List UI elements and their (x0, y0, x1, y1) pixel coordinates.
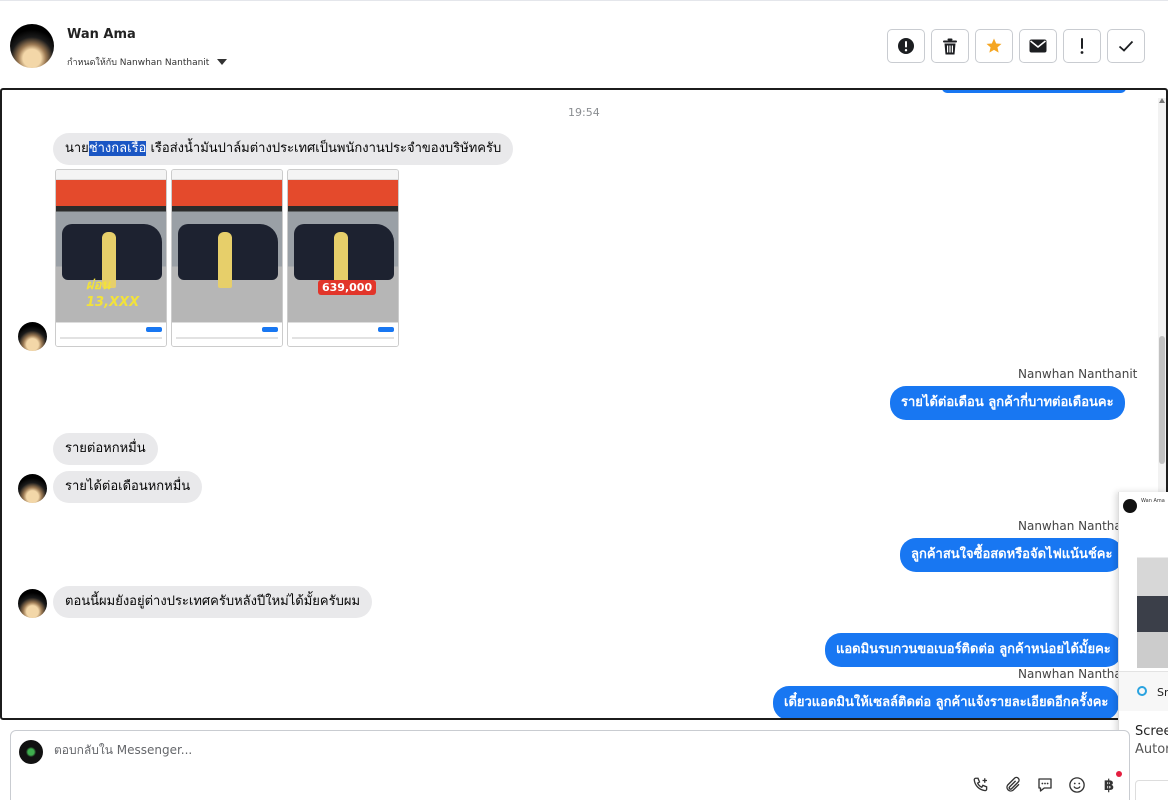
image-attachment[interactable]: ผ่อน 13,XXX (55, 169, 167, 347)
star-button[interactable] (975, 29, 1013, 63)
sender-avatar[interactable] (18, 589, 47, 618)
popup-action-box[interactable] (1135, 780, 1168, 800)
envelope-icon (1029, 39, 1047, 53)
done-button[interactable] (1107, 29, 1145, 63)
image-attachments: ผ่อน 13,XXX 639,000 (55, 169, 399, 347)
post-footer (172, 322, 282, 346)
scroll-up-arrow-icon[interactable] (1159, 98, 1165, 103)
car-photo: 639,000 (288, 180, 398, 324)
saved-replies-button[interactable] (1035, 775, 1055, 795)
outgoing-message[interactable]: รายได้ต่อเดือน ลูกค้ากี่บาทต่อเดือนคะ (890, 386, 1125, 420)
post-divider (176, 337, 278, 339)
message-thread[interactable]: 19:54 นายช่างกลเรือ เรือส่งน้ำมันปาล์มต่… (0, 88, 1168, 720)
popup-avatar (1123, 499, 1137, 513)
emoji-button[interactable] (1067, 775, 1087, 795)
incoming-message[interactable]: ตอนนี้ผมยังอยู่ต่างประเทศครับหลังปีใหม่ไ… (53, 586, 373, 618)
previous-outgoing-bubble (942, 90, 1126, 93)
conversation-header: Wan Ama กำหนดให้กับ Nanwhan Nanthanit (0, 0, 1168, 88)
message-text-pre: นาย (65, 141, 89, 156)
exclamation-icon (1080, 38, 1084, 54)
car-photo (172, 180, 282, 324)
trash-icon (943, 38, 957, 54)
popup-subtitle: Autor (1135, 742, 1168, 757)
alert-circle-icon (898, 38, 914, 54)
paperclip-icon (1006, 776, 1020, 792)
star-icon (986, 38, 1002, 53)
follow-chip (378, 327, 394, 332)
screenshot-statusbar (172, 170, 282, 180)
chat-bubble-icon (1038, 778, 1052, 792)
assignee-label: กำหนดให้กับ Nanwhan Nanthanit (67, 58, 210, 68)
popup-app-label: Sn (1157, 686, 1168, 699)
payment-button[interactable]: ฿ (1099, 775, 1119, 795)
baht-icon: ฿ (1103, 776, 1115, 794)
popup-title: Scree (1135, 724, 1168, 739)
image-attachment[interactable]: 639,000 (287, 169, 399, 347)
post-divider (292, 337, 394, 339)
outgoing-message[interactable]: ลูกค้าสนใจซื้อสดหรือจัดไฟแน้นช์คะ (900, 538, 1124, 572)
sender-avatar[interactable] (18, 322, 47, 351)
follow-chip (262, 327, 278, 332)
attach-button[interactable] (1003, 775, 1023, 795)
mark-unread-button[interactable] (1019, 29, 1057, 63)
incoming-message[interactable]: รายต่อหกหมื่น (53, 433, 158, 465)
smiley-icon (1069, 777, 1085, 793)
message-timestamp: 19:54 (568, 106, 600, 119)
selected-text: ช่างกลเรือ (88, 141, 147, 156)
sender-name: Nanwhan Nanthan (1018, 667, 1130, 681)
follow-up-button[interactable] (1063, 29, 1101, 63)
sender-name: Nanwhan Nanthan (1018, 519, 1130, 533)
message-text-post: เรือส่งน้ำมันปาล์มต่างประเทศเป็นพนักงานป… (146, 141, 502, 156)
popup-image-thumbnail (1137, 548, 1168, 668)
checkmark-icon (1118, 40, 1134, 52)
sender-name: Nanwhan Nanthanit (1018, 367, 1138, 381)
image-attachment[interactable] (171, 169, 283, 347)
reply-composer: ฿ (10, 730, 1130, 800)
notification-dot (1116, 771, 1122, 777)
incoming-message[interactable]: นายช่างกลเรือ เรือส่งน้ำมันปาล์มต่างประเ… (53, 133, 514, 165)
scrollbar-thumb[interactable] (1159, 336, 1165, 464)
phone-plus-icon (973, 777, 988, 792)
outgoing-message[interactable]: เดี๋ยวแอดมินให้เซลล์ติดต่อ ลูกค้าแจ้งราย… (773, 686, 1120, 718)
composer-tools: ฿ (971, 775, 1119, 795)
contact-avatar[interactable] (10, 24, 54, 68)
contact-name[interactable]: Wan Ama (67, 27, 136, 42)
snip-tool-icon (1137, 686, 1147, 696)
person-shape (218, 232, 232, 288)
assignee-dropdown[interactable]: กำหนดให้กับ Nanwhan Nanthanit (67, 55, 228, 69)
price-tag: 639,000 (318, 280, 377, 295)
promo-text: ผ่อน 13,XXX (86, 278, 140, 310)
call-add-button[interactable] (971, 775, 991, 795)
page-avatar (19, 740, 43, 764)
screenshot-statusbar (56, 170, 166, 180)
post-footer (56, 322, 166, 346)
follow-chip (146, 327, 162, 332)
popup-contact-name: Wan Ama (1141, 498, 1165, 504)
reply-input[interactable] (54, 743, 954, 757)
incoming-message[interactable]: รายได้ต่อเดือนหกหมื่น (53, 471, 203, 503)
screenshot-statusbar (288, 170, 398, 180)
delete-button[interactable] (931, 29, 969, 63)
post-footer (288, 322, 398, 346)
outgoing-message[interactable]: แอดมินรบกวนขอเบอร์ติดต่อ ลูกค้าหน่อยได้ม… (825, 633, 1122, 667)
post-divider (60, 337, 162, 339)
conversation-actions (887, 29, 1145, 63)
caret-down-icon (217, 59, 228, 65)
sender-avatar[interactable] (18, 474, 47, 503)
spam-button[interactable] (887, 29, 925, 63)
car-photo: ผ่อน 13,XXX (56, 180, 166, 324)
